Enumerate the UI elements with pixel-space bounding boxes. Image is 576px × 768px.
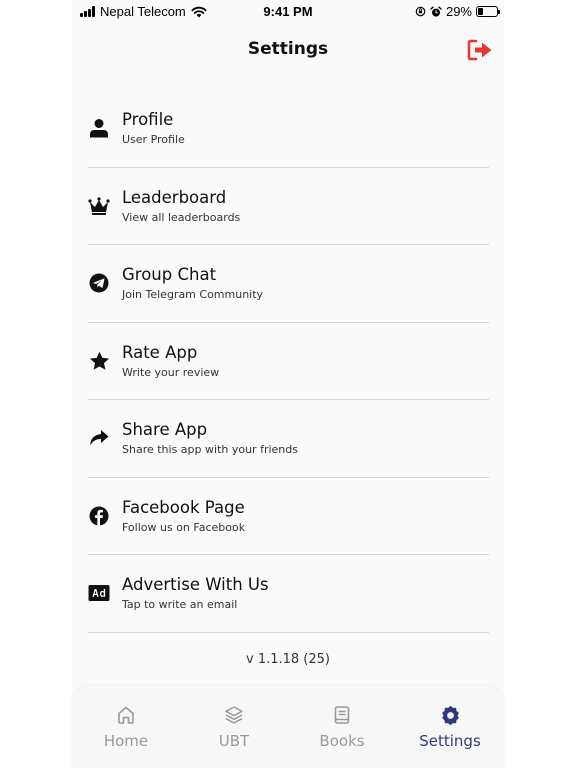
star-icon: [88, 350, 110, 372]
settings-menu: Profile User Profile Leaderboard View al…: [88, 90, 489, 633]
tab-label: UBT: [218, 732, 250, 750]
bottom-tab-bar: Home UBT Books Settings: [72, 686, 504, 768]
tab-label: Home: [103, 732, 149, 750]
tab-ubt[interactable]: UBT: [180, 686, 288, 768]
page-title: Settings: [247, 39, 329, 59]
menu-item-title: Advertise With Us: [122, 575, 269, 594]
menu-item-subtitle: Join Telegram Community: [122, 288, 264, 301]
menu-item-title: Share App: [122, 420, 208, 439]
menu-item-subtitle: View all leaderboards: [122, 210, 241, 224]
menu-item-title: Rate App: [122, 342, 198, 362]
logout-button[interactable]: [466, 38, 494, 62]
menu-item-facebook-page[interactable]: Facebook Page Follow us on Facebook: [88, 478, 489, 555]
status-bar: Nepal Telecom 9:41 PM 29%: [72, 0, 504, 24]
tab-label: Books: [319, 732, 365, 750]
person-icon: [88, 117, 110, 139]
battery-level: [478, 8, 484, 15]
home-icon: [115, 704, 137, 726]
gear-icon: [439, 704, 461, 726]
menu-item-profile[interactable]: Profile User Profile: [88, 90, 489, 168]
facebook-icon: [88, 505, 110, 527]
alarm-icon: [430, 6, 442, 17]
share-icon: [88, 427, 110, 449]
orientation-lock-icon: [415, 6, 426, 17]
menu-item-subtitle: Share this app with your friends: [122, 443, 298, 456]
menu-item-subtitle: Write your review: [122, 365, 220, 379]
app-version: v 1.1.18 (25): [246, 652, 330, 667]
menu-item-group-chat[interactable]: Group Chat Join Telegram Community: [88, 245, 489, 323]
menu-item-title: Facebook Page: [122, 497, 245, 517]
ad-icon: [88, 582, 110, 604]
logout-icon: [467, 39, 492, 61]
menu-item-subtitle: Tap to write an email: [122, 598, 238, 611]
status-bar-right: 29%: [415, 4, 500, 19]
menu-item-advertise[interactable]: Advertise With Us Tap to write an email: [88, 555, 489, 633]
tab-settings[interactable]: Settings: [396, 686, 504, 768]
tab-home[interactable]: Home: [72, 686, 180, 768]
menu-item-leaderboard[interactable]: Leaderboard View all leaderboards: [88, 168, 489, 245]
menu-item-subtitle: Follow us on Facebook: [122, 520, 246, 534]
menu-item-subtitle: User Profile: [122, 133, 185, 146]
battery-icon: [476, 6, 500, 17]
menu-item-rate-app[interactable]: Rate App Write your review: [88, 323, 489, 400]
tab-books[interactable]: Books: [288, 686, 396, 768]
layers-icon: [223, 704, 245, 726]
menu-item-title: Profile: [122, 110, 174, 129]
book-icon: [331, 704, 353, 726]
menu-item-share-app[interactable]: Share App Share this app with your frien…: [88, 400, 489, 478]
menu-item-title: Group Chat: [122, 265, 217, 284]
tab-label: Settings: [419, 732, 481, 750]
telegram-icon: [88, 272, 110, 294]
battery-percent: 29%: [445, 4, 472, 19]
menu-item-title: Leaderboard: [122, 187, 227, 207]
crown-icon: [88, 195, 110, 217]
